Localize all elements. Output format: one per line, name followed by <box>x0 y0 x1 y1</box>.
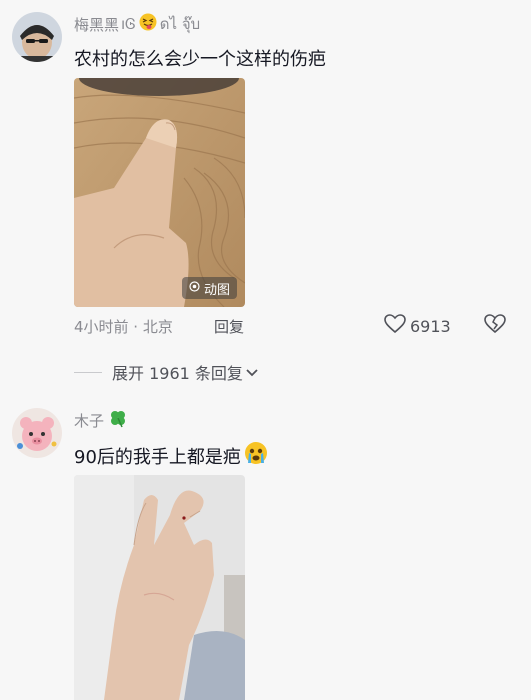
dislike-button[interactable] <box>484 314 506 338</box>
comment-image[interactable] <box>74 475 245 700</box>
comment-text: 农村的怎么会少一个这样的伤疤 <box>74 49 326 70</box>
clover-icon <box>108 408 128 432</box>
avatar[interactable] <box>12 12 62 62</box>
gif-badge: 动图 <box>181 277 237 299</box>
comment-text: 90后的我手上都是疤 <box>74 441 268 470</box>
avatar[interactable] <box>12 408 62 458</box>
comment-time-location: 4小时前 · 北京 <box>74 318 173 336</box>
username-suffix: ıᎶ <box>121 15 136 33</box>
gif-badge-label: 动图 <box>203 282 230 298</box>
like-count: 6913 <box>410 316 451 336</box>
expand-replies-label: 展开 1961 条回复 <box>112 364 243 383</box>
gif-icon <box>189 280 200 296</box>
username-text: 木子 <box>74 411 105 430</box>
comment-image[interactable]: 动图 <box>74 78 245 307</box>
chevron-down-icon <box>245 363 259 382</box>
broken-heart-icon <box>484 314 506 338</box>
divider <box>74 371 102 373</box>
username[interactable]: 梅黑黑 ıᎶ ดไ จุ๊บ <box>74 12 200 36</box>
username-suffix2: ดไ จุ๊บ <box>159 15 201 33</box>
heart-icon <box>384 314 406 338</box>
like-button[interactable]: 6913 <box>384 314 451 338</box>
reply-button[interactable]: 回复 <box>214 316 244 337</box>
comment-text-body: 90后的我手上都是疤 <box>74 446 241 468</box>
crying-emoji-icon <box>244 441 268 470</box>
tongue-emoji-icon <box>139 13 157 35</box>
expand-replies-button[interactable]: 展开 1961 条回复 <box>74 360 259 384</box>
username[interactable]: 木子 <box>74 408 128 432</box>
username-text: 梅黑黑 <box>74 15 120 34</box>
